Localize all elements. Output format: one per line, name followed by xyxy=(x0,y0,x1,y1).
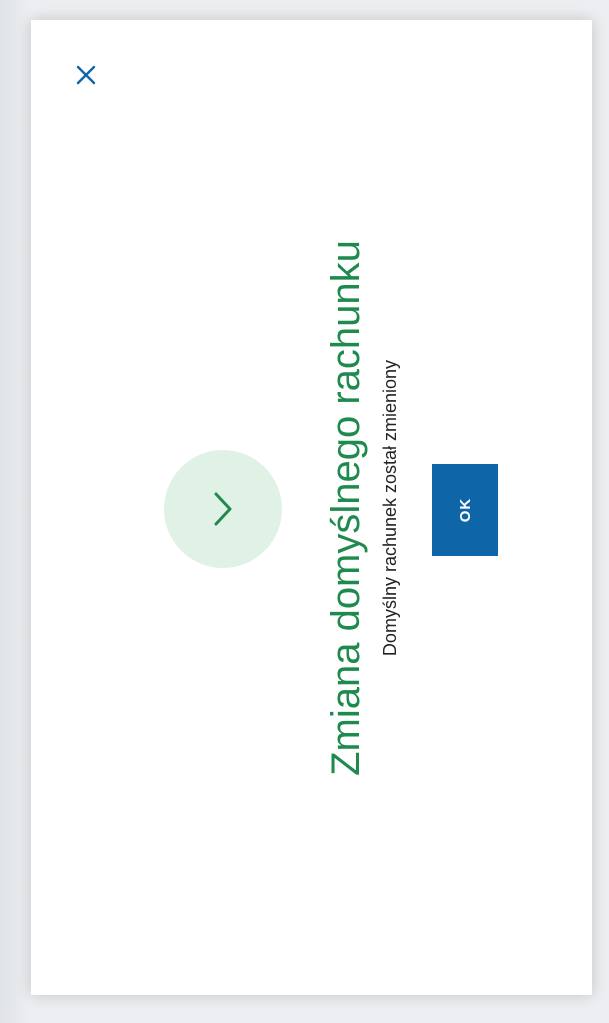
dialog-message: Domyślny rachunek został zmieniony xyxy=(379,359,400,656)
dialog-title: Zmiana domyślnego rachunku xyxy=(323,239,368,776)
confirmation-dialog: Zmiana domyślnego rachunku Domyślny rach… xyxy=(31,20,592,995)
close-button[interactable] xyxy=(71,60,101,90)
chevron-check-icon xyxy=(214,492,231,525)
close-icon xyxy=(76,65,96,85)
ok-button[interactable]: OK xyxy=(431,463,498,556)
success-badge xyxy=(163,449,282,568)
dialog-content: Zmiana domyślnego rachunku Domyślny rach… xyxy=(132,158,498,858)
